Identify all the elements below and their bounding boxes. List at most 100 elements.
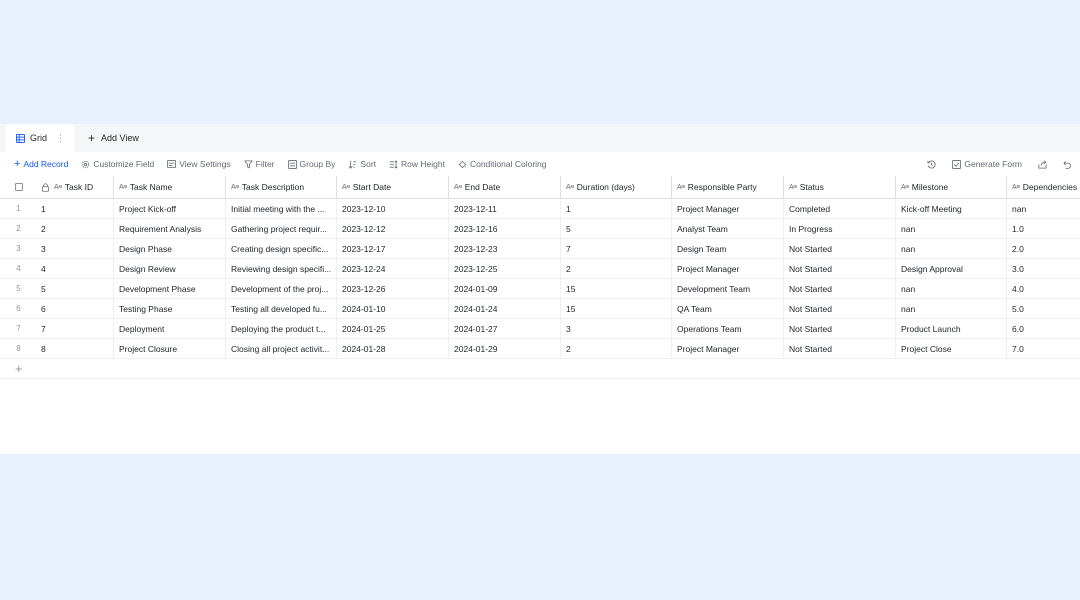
- column-header-responsible-party[interactable]: A≡ Responsible Party: [672, 176, 784, 198]
- cell-task-description[interactable]: Creating design specific...: [226, 239, 337, 258]
- column-header-duration[interactable]: A≡ Duration (days): [561, 176, 672, 198]
- table-row[interactable]: 5 5 Development Phase Development of the…: [0, 279, 1080, 299]
- cell-dependencies[interactable]: 5.0: [1007, 299, 1080, 318]
- cell-milestone[interactable]: Kick-off Meeting: [896, 199, 1007, 218]
- cell-milestone[interactable]: nan: [896, 299, 1007, 318]
- cell-duration[interactable]: 15: [561, 299, 672, 318]
- conditional-coloring-button[interactable]: Conditional Coloring: [458, 159, 547, 169]
- cell-task-id[interactable]: 8: [37, 339, 114, 358]
- cell-duration[interactable]: 2: [561, 259, 672, 278]
- cell-responsible-party[interactable]: Analyst Team: [672, 219, 784, 238]
- generate-form-button[interactable]: Generate Form: [952, 159, 1022, 169]
- cell-status[interactable]: Completed: [784, 199, 896, 218]
- cell-task-id[interactable]: 2: [37, 219, 114, 238]
- cell-status[interactable]: Not Started: [784, 279, 896, 298]
- history-button[interactable]: [927, 160, 936, 169]
- table-row[interactable]: 3 3 Design Phase Creating design specifi…: [0, 239, 1080, 259]
- cell-end-date[interactable]: 2023-12-11: [449, 199, 561, 218]
- filter-button[interactable]: Filter: [243, 159, 275, 169]
- cell-task-description[interactable]: Initial meeting with the ...: [226, 199, 337, 218]
- cell-task-name[interactable]: Design Phase: [114, 239, 226, 258]
- cell-dependencies[interactable]: 7.0: [1007, 339, 1080, 358]
- cell-milestone[interactable]: nan: [896, 219, 1007, 238]
- column-header-task-id[interactable]: A≡ Task ID: [37, 176, 114, 198]
- select-all-checkbox[interactable]: [14, 183, 23, 191]
- cell-responsible-party[interactable]: Design Team: [672, 239, 784, 258]
- table-row[interactable]: 6 6 Testing Phase Testing all developed …: [0, 299, 1080, 319]
- tab-grid[interactable]: Grid ⋮: [6, 124, 75, 152]
- cell-duration[interactable]: 2: [561, 339, 672, 358]
- cell-end-date[interactable]: 2024-01-27: [449, 319, 561, 338]
- view-settings-button[interactable]: View Settings: [167, 159, 231, 169]
- column-header-start-date[interactable]: A≡ Start Date: [337, 176, 449, 198]
- add-row-button[interactable]: +: [0, 359, 1080, 379]
- cell-start-date[interactable]: 2023-12-10: [337, 199, 449, 218]
- table-row[interactable]: 8 8 Project Closure Closing all project …: [0, 339, 1080, 359]
- cell-dependencies[interactable]: 1.0: [1007, 219, 1080, 238]
- cell-start-date[interactable]: 2024-01-10: [337, 299, 449, 318]
- cell-status[interactable]: Not Started: [784, 259, 896, 278]
- cell-task-description[interactable]: Development of the proj...: [226, 279, 337, 298]
- cell-dependencies[interactable]: nan: [1007, 199, 1080, 218]
- add-record-button[interactable]: + Add Record: [14, 158, 68, 170]
- cell-end-date[interactable]: 2023-12-25: [449, 259, 561, 278]
- select-all-cell[interactable]: [0, 176, 37, 198]
- cell-task-id[interactable]: 3: [37, 239, 114, 258]
- cell-task-id[interactable]: 1: [37, 199, 114, 218]
- column-header-milestone[interactable]: A≡ Milestone: [896, 176, 1007, 198]
- cell-dependencies[interactable]: 3.0: [1007, 259, 1080, 278]
- table-row[interactable]: 1 1 Project Kick-off Initial meeting wit…: [0, 199, 1080, 219]
- cell-duration[interactable]: 15: [561, 279, 672, 298]
- share-button[interactable]: [1038, 159, 1047, 169]
- cell-start-date[interactable]: 2023-12-12: [337, 219, 449, 238]
- cell-responsible-party[interactable]: QA Team: [672, 299, 784, 318]
- cell-task-id[interactable]: 4: [37, 259, 114, 278]
- cell-dependencies[interactable]: 2.0: [1007, 239, 1080, 258]
- more-options-icon[interactable]: ⋮: [56, 133, 65, 144]
- cell-end-date[interactable]: 2024-01-09: [449, 279, 561, 298]
- cell-responsible-party[interactable]: Project Manager: [672, 199, 784, 218]
- cell-end-date[interactable]: 2023-12-23: [449, 239, 561, 258]
- add-view-button[interactable]: + Add View: [78, 124, 149, 152]
- cell-end-date[interactable]: 2023-12-16: [449, 219, 561, 238]
- cell-milestone[interactable]: Design Approval: [896, 259, 1007, 278]
- column-header-task-description[interactable]: A≡ Task Description: [226, 176, 337, 198]
- table-row[interactable]: 2 2 Requirement Analysis Gathering proje…: [0, 219, 1080, 239]
- cell-milestone[interactable]: nan: [896, 279, 1007, 298]
- column-header-end-date[interactable]: A≡ End Date: [449, 176, 561, 198]
- cell-milestone[interactable]: Product Launch: [896, 319, 1007, 338]
- cell-end-date[interactable]: 2024-01-24: [449, 299, 561, 318]
- cell-task-description[interactable]: Closing all project activit...: [226, 339, 337, 358]
- column-header-status[interactable]: A≡ Status: [784, 176, 896, 198]
- cell-start-date[interactable]: 2024-01-25: [337, 319, 449, 338]
- cell-responsible-party[interactable]: Operations Team: [672, 319, 784, 338]
- cell-status[interactable]: Not Started: [784, 339, 896, 358]
- cell-status[interactable]: Not Started: [784, 319, 896, 338]
- cell-task-name[interactable]: Project Closure: [114, 339, 226, 358]
- sort-button[interactable]: Sort: [348, 159, 376, 169]
- cell-milestone[interactable]: nan: [896, 239, 1007, 258]
- cell-task-name[interactable]: Design Review: [114, 259, 226, 278]
- cell-task-name[interactable]: Requirement Analysis: [114, 219, 226, 238]
- cell-start-date[interactable]: 2023-12-26: [337, 279, 449, 298]
- cell-responsible-party[interactable]: Project Manager: [672, 259, 784, 278]
- group-by-button[interactable]: Group By: [287, 159, 335, 169]
- cell-responsible-party[interactable]: Development Team: [672, 279, 784, 298]
- cell-task-description[interactable]: Testing all developed fu...: [226, 299, 337, 318]
- cell-start-date[interactable]: 2023-12-17: [337, 239, 449, 258]
- cell-milestone[interactable]: Project Close: [896, 339, 1007, 358]
- column-header-task-name[interactable]: A≡ Task Name: [114, 176, 226, 198]
- cell-task-name[interactable]: Deployment: [114, 319, 226, 338]
- cell-status[interactable]: In Progress: [784, 219, 896, 238]
- cell-duration[interactable]: 7: [561, 239, 672, 258]
- cell-task-name[interactable]: Project Kick-off: [114, 199, 226, 218]
- cell-task-id[interactable]: 5: [37, 279, 114, 298]
- cell-duration[interactable]: 5: [561, 219, 672, 238]
- cell-start-date[interactable]: 2024-01-28: [337, 339, 449, 358]
- cell-status[interactable]: Not Started: [784, 239, 896, 258]
- cell-task-name[interactable]: Testing Phase: [114, 299, 226, 318]
- cell-duration[interactable]: 1: [561, 199, 672, 218]
- cell-task-description[interactable]: Deploying the product t...: [226, 319, 337, 338]
- table-row[interactable]: 4 4 Design Review Reviewing design speci…: [0, 259, 1080, 279]
- row-height-button[interactable]: Row Height: [389, 159, 445, 169]
